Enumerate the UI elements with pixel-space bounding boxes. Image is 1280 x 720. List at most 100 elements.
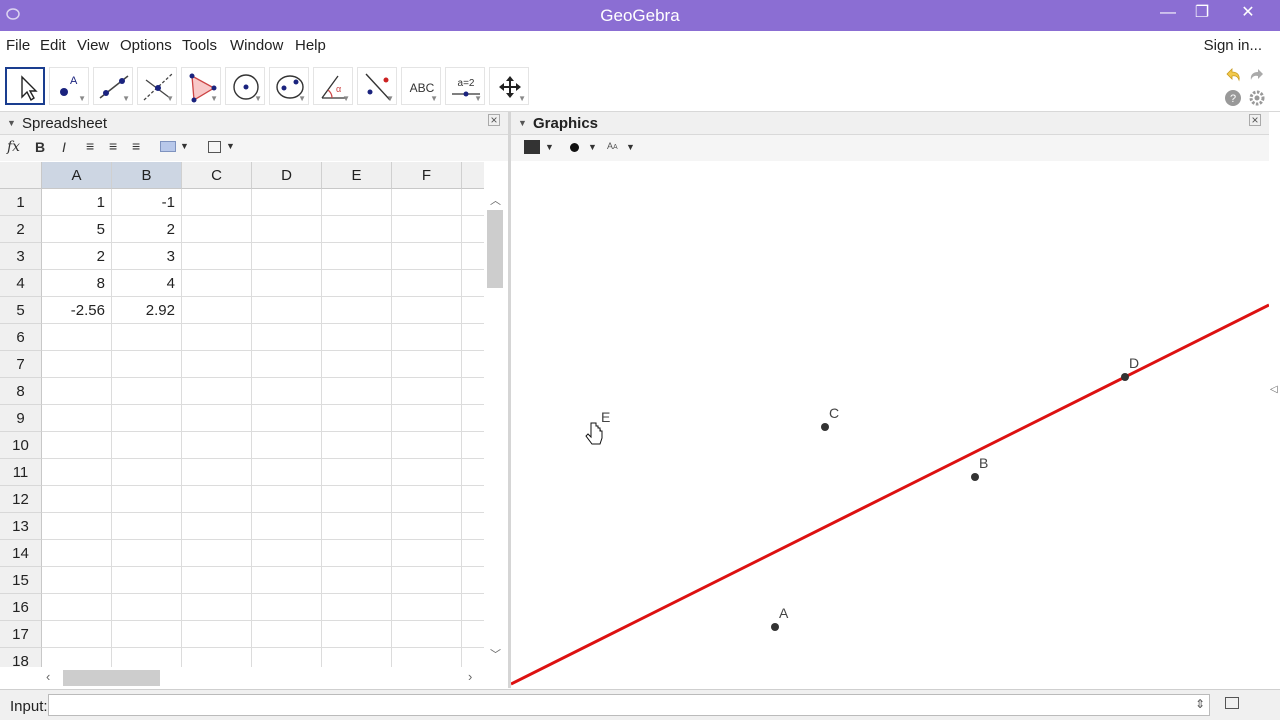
row-header[interactable]: 6 [0, 324, 42, 351]
row-header[interactable]: 10 [0, 432, 42, 459]
collapse-triangle-icon[interactable]: ▼ [7, 118, 16, 128]
spreadsheet-cell[interactable] [252, 648, 322, 667]
chevron-down-icon[interactable]: ▼ [226, 141, 235, 151]
column-header-b[interactable]: B [112, 162, 182, 189]
spreadsheet-cell[interactable] [322, 297, 392, 324]
spreadsheet-cell[interactable] [112, 324, 182, 351]
spreadsheet-cell[interactable] [252, 270, 322, 297]
undo-icon[interactable] [1224, 66, 1242, 84]
spreadsheet-cell[interactable] [42, 405, 112, 432]
spreadsheet-cell[interactable] [182, 243, 252, 270]
spreadsheet-cell[interactable] [112, 486, 182, 513]
spreadsheet-cell[interactable] [112, 567, 182, 594]
spreadsheet-cell[interactable] [112, 594, 182, 621]
spreadsheet-cell[interactable] [182, 324, 252, 351]
help-icon[interactable]: ? [1224, 89, 1242, 107]
spreadsheet-cell[interactable] [252, 540, 322, 567]
spreadsheet-cell[interactable] [322, 378, 392, 405]
spreadsheet-cell[interactable] [322, 621, 392, 648]
spreadsheet-cell[interactable] [462, 594, 484, 621]
spreadsheet-cell[interactable] [322, 567, 392, 594]
row-header[interactable]: 11 [0, 459, 42, 486]
spreadsheet-cell[interactable] [252, 351, 322, 378]
spreadsheet-cell[interactable] [462, 243, 484, 270]
angle-tool-button[interactable]: α ▼ [313, 67, 353, 105]
spreadsheet-cell[interactable] [392, 513, 462, 540]
spreadsheet-cell[interactable] [182, 648, 252, 667]
spreadsheet-cell[interactable] [182, 432, 252, 459]
spreadsheet-cell[interactable]: 4 [112, 270, 182, 297]
spreadsheet-cell[interactable] [462, 216, 484, 243]
spreadsheet-cell[interactable] [42, 540, 112, 567]
spreadsheet-cell[interactable] [42, 567, 112, 594]
spreadsheet-cell[interactable] [182, 459, 252, 486]
row-header[interactable]: 15 [0, 567, 42, 594]
spreadsheet-cell[interactable] [252, 432, 322, 459]
spreadsheet-cell[interactable] [112, 648, 182, 667]
point-style-icon[interactable] [570, 143, 579, 152]
row-header[interactable]: 12 [0, 486, 42, 513]
text-tool-button[interactable]: ABC ▼ [401, 67, 441, 105]
close-button[interactable]: ✕ [1228, 0, 1268, 28]
spreadsheet-cell[interactable] [322, 486, 392, 513]
spreadsheet-cell[interactable] [42, 648, 112, 667]
spreadsheet-cell[interactable] [322, 216, 392, 243]
spreadsheet-cell[interactable] [252, 297, 322, 324]
spreadsheet-cell[interactable] [462, 621, 484, 648]
menu-tools[interactable]: Tools [182, 37, 217, 54]
align-right-icon[interactable]: ≡ [132, 138, 140, 154]
spreadsheet-cell[interactable] [322, 351, 392, 378]
spreadsheet-cell[interactable] [112, 405, 182, 432]
column-header-c[interactable]: C [182, 162, 252, 189]
spreadsheet-cell[interactable] [112, 459, 182, 486]
spreadsheet-cell[interactable] [462, 297, 484, 324]
spreadsheet-cell[interactable] [392, 540, 462, 567]
spreadsheet-cell[interactable] [42, 621, 112, 648]
spreadsheet-cell[interactable] [42, 351, 112, 378]
spreadsheet-cell[interactable] [392, 594, 462, 621]
spreadsheet-cell[interactable] [252, 378, 322, 405]
spreadsheet-cell[interactable] [392, 297, 462, 324]
maximize-button[interactable]: ❐ [1182, 0, 1222, 28]
spreadsheet-cell[interactable] [252, 594, 322, 621]
spreadsheet-cell[interactable]: 2 [42, 243, 112, 270]
row-header[interactable]: 5 [0, 297, 42, 324]
spreadsheet-cell[interactable] [462, 432, 484, 459]
conic-tool-button[interactable]: ▼ [269, 67, 309, 105]
point-d[interactable] [1121, 373, 1129, 381]
move-tool-button[interactable] [5, 67, 45, 105]
point-b[interactable] [971, 473, 979, 481]
spreadsheet-cell[interactable] [392, 216, 462, 243]
spreadsheet-cell[interactable]: 5 [42, 216, 112, 243]
row-header[interactable]: 14 [0, 540, 42, 567]
spreadsheet-cell[interactable] [322, 270, 392, 297]
chevron-down-icon[interactable]: ▼ [588, 142, 597, 152]
spreadsheet-cell[interactable] [182, 405, 252, 432]
spreadsheet-cell[interactable] [252, 567, 322, 594]
italic-button[interactable]: I [62, 139, 66, 155]
row-header[interactable]: 13 [0, 513, 42, 540]
redo-icon[interactable] [1248, 66, 1266, 84]
row-header[interactable]: 2 [0, 216, 42, 243]
spreadsheet-cell[interactable] [42, 486, 112, 513]
row-header[interactable]: 7 [0, 351, 42, 378]
spreadsheet-cell[interactable] [112, 540, 182, 567]
spreadsheet-cell[interactable] [252, 513, 322, 540]
spreadsheet-cell[interactable]: -1 [112, 189, 182, 216]
spreadsheet-cell[interactable] [392, 567, 462, 594]
row-header[interactable]: 1 [0, 189, 42, 216]
chevron-down-icon[interactable]: ▼ [626, 142, 635, 152]
spreadsheet-cell[interactable]: 8 [42, 270, 112, 297]
spreadsheet-cell[interactable] [462, 567, 484, 594]
color-swatch-icon[interactable] [524, 140, 540, 154]
label-style-icon[interactable]: AA [607, 141, 618, 151]
vertical-scroll-thumb[interactable] [487, 210, 503, 288]
spreadsheet-cell[interactable] [42, 459, 112, 486]
spreadsheet-cell[interactable] [392, 189, 462, 216]
spreadsheet-cell[interactable] [462, 189, 484, 216]
spreadsheet-cell[interactable] [462, 459, 484, 486]
expand-panel-icon[interactable]: ◁ [1270, 384, 1278, 395]
spreadsheet-cell[interactable] [392, 243, 462, 270]
column-header-f[interactable]: F [392, 162, 462, 189]
perpendicular-tool-button[interactable]: ▼ [137, 67, 177, 105]
